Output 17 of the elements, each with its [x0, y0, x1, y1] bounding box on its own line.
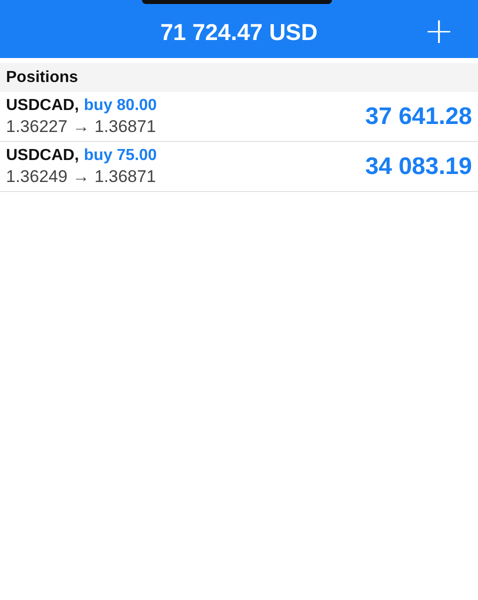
current-price: 1.36871 [94, 116, 156, 136]
open-price: 1.36227 [6, 116, 68, 136]
account-balance: 71 724.47 USD [160, 18, 318, 46]
add-button[interactable]: + [420, 14, 458, 50]
profit-value: 37 641.28 [365, 102, 472, 130]
order-type-volume: buy 80.00 [84, 96, 157, 114]
open-price: 1.36249 [6, 166, 68, 186]
arrow-text: → [72, 116, 90, 136]
profit-value: 34 083.19 [365, 152, 472, 180]
symbol-label: USDCAD, [6, 146, 79, 164]
position-row[interactable]: USDCAD, buy 75.00 1.36249 → 1.36871 34 083.19 [0, 142, 478, 192]
arrow-text: → [72, 166, 90, 186]
symbol-label: USDCAD, [6, 96, 79, 114]
order-type-volume: buy 75.00 [84, 146, 157, 164]
position-row[interactable]: USDCAD, buy 80.00 1.36227 → 1.36871 37 641.28 [0, 92, 478, 142]
section-title: Positions [6, 68, 78, 86]
current-price: 1.36871 [94, 166, 156, 186]
